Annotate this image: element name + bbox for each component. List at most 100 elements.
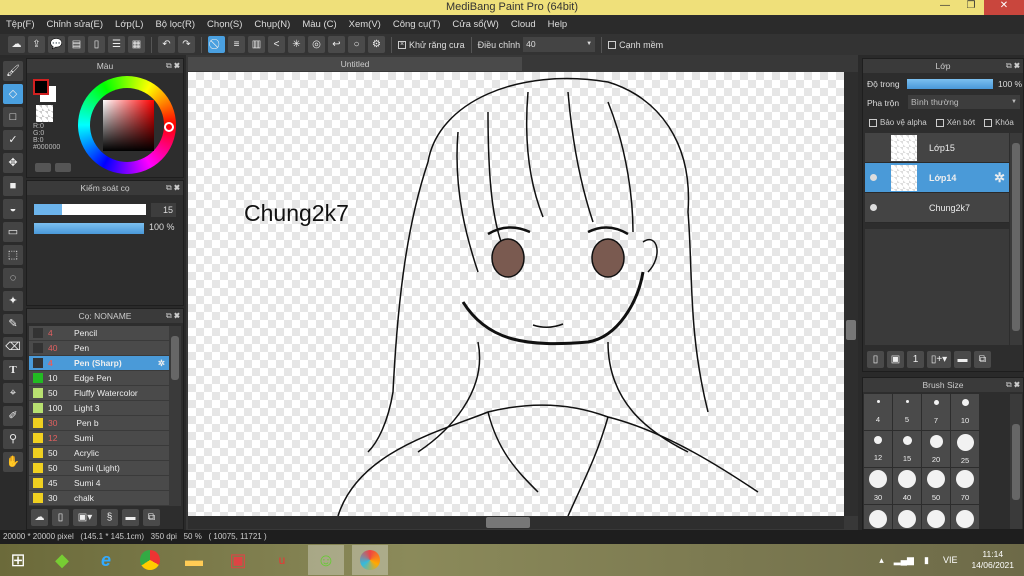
vanishing-snap-icon[interactable]: <	[268, 36, 285, 53]
comment-icon[interactable]: 💬	[48, 36, 65, 53]
brush-size-preset[interactable]: 40	[893, 468, 921, 504]
visibility-icon[interactable]	[870, 174, 877, 181]
select-eraser-icon[interactable]: ⌫	[3, 337, 23, 357]
grid-icon[interactable]: ▦	[128, 36, 145, 53]
new-layer-icon[interactable]: ▯	[867, 351, 884, 368]
select-pen-icon[interactable]: ✎	[3, 314, 23, 334]
brush-opacity-slider[interactable]	[34, 223, 144, 234]
app-icon[interactable]: ☺	[308, 545, 344, 575]
medibang-icon[interactable]	[352, 545, 388, 575]
document-tab[interactable]: Untitled	[188, 57, 522, 71]
menu-capture[interactable]: Chụp(N)	[254, 19, 290, 30]
brush-item[interactable]: 50 Acrylic	[29, 446, 169, 461]
panel-controls-icon[interactable]: ⧉ ✖	[166, 59, 180, 73]
brush-item[interactable]: 45 Sumi 4	[29, 476, 169, 491]
brush-item[interactable]: 30 Pen b	[29, 416, 169, 431]
add-layer-menu-icon[interactable]: ▯+▾	[927, 351, 951, 368]
brush-item[interactable]: 40 Pen	[29, 341, 169, 356]
circle-snap-icon[interactable]: ○	[348, 36, 365, 53]
redo-icon[interactable]: ↷	[178, 36, 195, 53]
brush-script-icon[interactable]: §	[101, 509, 118, 526]
bluestacks-icon[interactable]: ◆	[44, 545, 80, 575]
brush-size-preset[interactable]	[864, 505, 892, 529]
hue-handle[interactable]	[164, 122, 174, 132]
brush-add-menu-icon[interactable]: ▣▾	[73, 509, 97, 526]
brush-size-preset[interactable]: 25	[951, 431, 979, 467]
layer-row[interactable]: Lớp15	[865, 133, 1009, 163]
unikey-icon[interactable]: u	[264, 545, 300, 575]
operation-tool-icon[interactable]: ⌖	[3, 383, 23, 403]
cross-snap-icon[interactable]: ▥	[248, 36, 265, 53]
layer-opacity-slider[interactable]	[907, 79, 993, 89]
panel-controls-icon[interactable]: ⧉ ✖	[166, 181, 180, 195]
eraser-tool-icon[interactable]: ◇	[3, 84, 23, 104]
move-tool-icon[interactable]: ✥	[3, 153, 23, 173]
internet-explorer-icon[interactable]: e	[88, 545, 124, 575]
brush-item[interactable]: 30 chalk	[29, 491, 169, 506]
chrome-icon[interactable]	[132, 545, 168, 575]
brush-size-preset[interactable]: 4	[864, 394, 892, 430]
brush-size-preset[interactable]	[893, 505, 921, 529]
file-explorer-icon[interactable]: ▬	[176, 545, 212, 575]
brush-item[interactable]: 50 Fluffy Watercolor	[29, 386, 169, 401]
fill-rect-tool-icon[interactable]: ■	[3, 176, 23, 196]
gear-icon[interactable]: ✲	[158, 358, 165, 369]
menu-layer[interactable]: Lớp(L)	[115, 19, 143, 30]
brush-size-preset[interactable]	[922, 505, 950, 529]
cloud-brush-icon[interactable]: ☁	[31, 509, 48, 526]
new-brush-icon[interactable]: ▯	[52, 509, 69, 526]
drawing-canvas[interactable]: Chung2k7	[188, 72, 844, 516]
settings-icon[interactable]: ⚙	[368, 36, 385, 53]
palette-add-button[interactable]	[55, 163, 71, 172]
eyedropper-icon[interactable]: ⚲	[3, 429, 23, 449]
brush-size-preset[interactable]: 15	[893, 431, 921, 467]
hand-tool-icon[interactable]: ✋	[3, 452, 23, 472]
panel-controls-icon[interactable]: ⧉ ✖	[166, 309, 180, 323]
brush-size-preset[interactable]: 7	[922, 394, 950, 430]
brush-size-slider[interactable]	[34, 204, 146, 215]
message-icon[interactable]: ▤	[68, 36, 85, 53]
close-button[interactable]: ✕	[984, 0, 1024, 15]
blend-mode-select[interactable]: Bình thường ▼	[908, 95, 1020, 109]
clip-checkbox[interactable]: Xén bớt	[935, 118, 975, 127]
brush-size-preset[interactable]: 12	[864, 431, 892, 467]
cloud-icon[interactable]: ☁	[8, 36, 25, 53]
brush-item[interactable]: 12 Sumi	[29, 431, 169, 446]
visibility-icon[interactable]	[870, 204, 877, 211]
curve-snap-icon[interactable]: ↩	[328, 36, 345, 53]
start-button[interactable]: ⊞	[0, 545, 36, 575]
brush-item[interactable]: 4 Pen (Sharp) ✲	[29, 356, 169, 371]
menu-window[interactable]: Cửa sổ(W)	[452, 19, 498, 30]
layer-row[interactable]: Chung2k7	[865, 193, 1009, 223]
minimize-button[interactable]: —	[932, 0, 958, 15]
bucket-tool-icon[interactable]: ◒	[3, 199, 23, 219]
maximize-button[interactable]: ❐	[958, 0, 984, 15]
powerpoint-icon[interactable]: ▣	[220, 545, 256, 575]
brush-item[interactable]: 100 Light 3	[29, 401, 169, 416]
canvas-vertical-scrollbar[interactable]	[844, 72, 858, 516]
layer-row-selected[interactable]: Lớp14 ✲	[865, 163, 1009, 193]
brush-size-preset[interactable]: 70	[951, 468, 979, 504]
brush-size-preset[interactable]: 50	[922, 468, 950, 504]
menu-filter[interactable]: Bộ lọc(R)	[155, 19, 195, 30]
brush-size-preset[interactable]: 20	[922, 431, 950, 467]
page-icon[interactable]: ▯	[88, 36, 105, 53]
hue-wheel[interactable]	[78, 76, 176, 174]
lock-checkbox[interactable]: Khóa	[984, 118, 1014, 127]
menu-color[interactable]: Màu (C)	[302, 19, 336, 30]
saturation-value-square[interactable]	[103, 100, 154, 151]
magic-wand-icon[interactable]: ✦	[3, 291, 23, 311]
canvas-horizontal-scrollbar[interactable]	[188, 516, 844, 529]
new-1bit-layer-icon[interactable]: 1	[907, 351, 924, 368]
parallel-snap-icon[interactable]: ≡	[228, 36, 245, 53]
duplicate-layer-icon[interactable]: ⧉	[974, 351, 991, 368]
panel-controls-icon[interactable]: ⧉ ✖	[1006, 59, 1020, 73]
brush-size-scrollbar[interactable]	[1010, 394, 1022, 529]
menu-file[interactable]: Tệp(F)	[6, 19, 35, 30]
divide-tool-icon[interactable]: ✐	[3, 406, 23, 426]
brush-item[interactable]: 4 Pencil	[29, 326, 169, 341]
menu-help[interactable]: Help	[548, 19, 568, 30]
dot-tool-icon[interactable]: ✓	[3, 130, 23, 150]
brush-list-scrollbar[interactable]	[169, 326, 181, 506]
soft-edge-checkbox[interactable]: Cạnh mềm	[608, 40, 663, 50]
